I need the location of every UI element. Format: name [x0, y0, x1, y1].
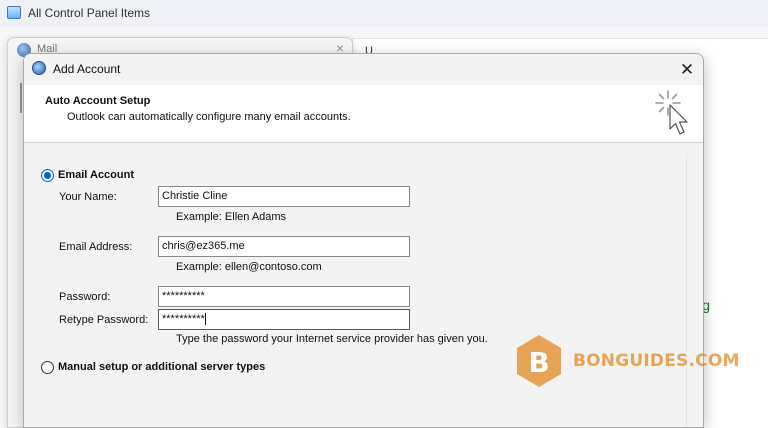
email-account-radio[interactable] — [41, 169, 54, 182]
close-icon[interactable]: ✕ — [671, 54, 703, 85]
your-name-hint: Example: Ellen Adams — [176, 211, 287, 223]
mail-window-divider — [20, 83, 22, 113]
email-address-label: Email Address: — [59, 241, 133, 253]
text-caret — [204, 313, 206, 326]
bonguides-watermark: B BONGUIDES.COM — [516, 334, 739, 390]
watermark-text: BONGUIDES.COM — [573, 351, 740, 371]
email-address-hint: Example: ellen@contoso.com — [176, 261, 322, 273]
header-title: Auto Account Setup — [45, 95, 151, 107]
email-address-input[interactable]: chris@ez365.me — [158, 236, 410, 257]
dialog-title: Add Account — [53, 62, 121, 76]
logo-letter: B — [528, 346, 549, 379]
dialog-header: Auto Account Setup Outlook can automatic… — [24, 85, 703, 143]
email-account-label[interactable]: Email Account — [58, 169, 134, 181]
your-name-label: Your Name: — [59, 191, 117, 203]
manual-setup-label[interactable]: Manual setup or additional server types — [58, 361, 265, 373]
header-description: Outlook can automatically configure many… — [67, 111, 351, 123]
retype-password-input[interactable]: ********** — [158, 309, 410, 330]
control-panel-icon — [7, 6, 21, 19]
bonguides-logo-icon: B — [517, 335, 561, 387]
password-label: Password: — [59, 291, 111, 303]
password-input[interactable]: ********** — [158, 286, 410, 307]
control-panel-titlebar: All Control Panel Items — [0, 0, 768, 27]
password-hint: Type the password your Internet service … — [176, 333, 488, 345]
cursor-sparkle-icon — [655, 90, 688, 135]
control-panel-title: All Control Panel Items — [28, 6, 151, 20]
retype-password-label: Retype Password: — [59, 314, 149, 326]
manual-setup-radio[interactable] — [41, 361, 54, 374]
dialog-titlebar: Add Account ✕ — [24, 54, 703, 85]
outlook-icon — [32, 61, 46, 75]
your-name-input[interactable]: Christie Cline — [158, 186, 410, 207]
retype-password-value: ********** — [162, 313, 205, 325]
